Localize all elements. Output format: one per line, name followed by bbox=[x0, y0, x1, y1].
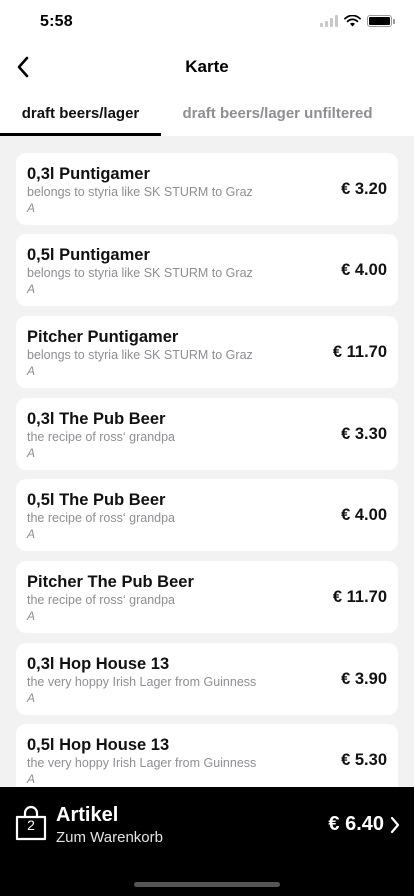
category-tabs: draft beers/lager draft beers/lager unfi… bbox=[0, 90, 414, 136]
item-name: Pitcher The Pub Beer bbox=[27, 573, 194, 591]
item-price: € 4.00 bbox=[341, 506, 387, 524]
item-name: 0,3l Hop House 13 bbox=[27, 655, 170, 673]
item-allergen-tag: A bbox=[27, 772, 36, 786]
item-name: 0,5l Puntigamer bbox=[27, 246, 150, 264]
item-description: the recipe of ross‘ grandpa bbox=[27, 511, 176, 525]
wifi-icon bbox=[344, 15, 361, 27]
tab-draft-beers-lager[interactable]: draft beers/lager bbox=[0, 90, 161, 136]
item-price: € 3.30 bbox=[341, 425, 387, 443]
menu-list[interactable]: 0,3l Puntigamer belongs to styria like S… bbox=[0, 136, 414, 787]
cart-item-count: 2 bbox=[27, 817, 35, 833]
page-title: Karte bbox=[185, 57, 229, 76]
cellular-signal-icon bbox=[320, 15, 338, 27]
menu-item-card[interactable]: 0,3l The Pub Beer the recipe of ross‘ gr… bbox=[16, 398, 398, 470]
item-description: belongs to styria like SK STURM to Graz bbox=[27, 185, 253, 199]
item-description: the very hoppy Irish Lager from Guinness bbox=[27, 675, 257, 689]
item-allergen-tag: A bbox=[27, 609, 36, 623]
item-name: 0,5l Hop House 13 bbox=[27, 736, 170, 754]
cart-bar-button[interactable]: 2 Artikel Zum Warenkorb € 6.40 bbox=[0, 787, 414, 896]
item-allergen-tag: A bbox=[27, 527, 36, 541]
item-name: 0,5l The Pub Beer bbox=[27, 491, 166, 509]
cart-title: Artikel bbox=[56, 804, 119, 826]
menu-item-card[interactable]: Pitcher The Pub Beer the recipe of ross‘… bbox=[16, 561, 398, 633]
status-icons bbox=[320, 15, 395, 27]
item-price: € 11.70 bbox=[332, 343, 387, 361]
item-price: € 11.70 bbox=[332, 588, 387, 606]
item-price: € 3.90 bbox=[341, 670, 387, 688]
menu-item-card[interactable]: 0,5l The Pub Beer the recipe of ross‘ gr… bbox=[16, 479, 398, 551]
item-allergen-tag: A bbox=[27, 364, 36, 378]
menu-item-card[interactable]: 0,3l Hop House 13 the very hoppy Irish L… bbox=[16, 643, 398, 715]
item-allergen-tag: A bbox=[27, 446, 36, 460]
item-price: € 4.00 bbox=[341, 261, 387, 279]
cart-total: € 6.40 bbox=[328, 813, 384, 835]
menu-item-card[interactable]: 0,3l Puntigamer belongs to styria like S… bbox=[16, 153, 398, 225]
item-allergen-tag: A bbox=[27, 282, 36, 296]
item-price: € 5.30 bbox=[341, 751, 387, 769]
menu-item-card[interactable]: 0,5l Hop House 13 the very hoppy Irish L… bbox=[16, 724, 398, 787]
menu-item-card[interactable]: Pitcher Puntigamer belongs to styria lik… bbox=[16, 316, 398, 388]
cart-subtitle: Zum Warenkorb bbox=[56, 829, 163, 846]
status-bar: 5:58 bbox=[0, 0, 414, 44]
item-name: Pitcher Puntigamer bbox=[27, 328, 179, 346]
item-description: belongs to styria like SK STURM to Graz bbox=[27, 348, 253, 362]
status-time: 5:58 bbox=[40, 13, 73, 30]
item-allergen-tag: A bbox=[27, 201, 36, 215]
item-price: € 3.20 bbox=[341, 180, 387, 198]
tab-draft-beers-lager-unfiltered[interactable]: draft beers/lager unfiltered bbox=[161, 90, 394, 136]
navigation-bar: Karte bbox=[0, 44, 414, 90]
battery-icon bbox=[367, 15, 395, 27]
chevron-right-icon bbox=[390, 816, 400, 834]
menu-item-card[interactable]: 0,5l Puntigamer belongs to styria like S… bbox=[16, 234, 398, 306]
item-allergen-tag: A bbox=[27, 691, 36, 705]
item-description: the recipe of ross‘ grandpa bbox=[27, 430, 176, 444]
item-description: the recipe of ross‘ grandpa bbox=[27, 593, 176, 607]
item-name: 0,3l Puntigamer bbox=[27, 165, 150, 183]
home-indicator bbox=[134, 882, 280, 887]
item-description: the very hoppy Irish Lager from Guinness bbox=[27, 756, 257, 770]
item-description: belongs to styria like SK STURM to Graz bbox=[27, 266, 253, 280]
item-name: 0,3l The Pub Beer bbox=[27, 410, 166, 428]
